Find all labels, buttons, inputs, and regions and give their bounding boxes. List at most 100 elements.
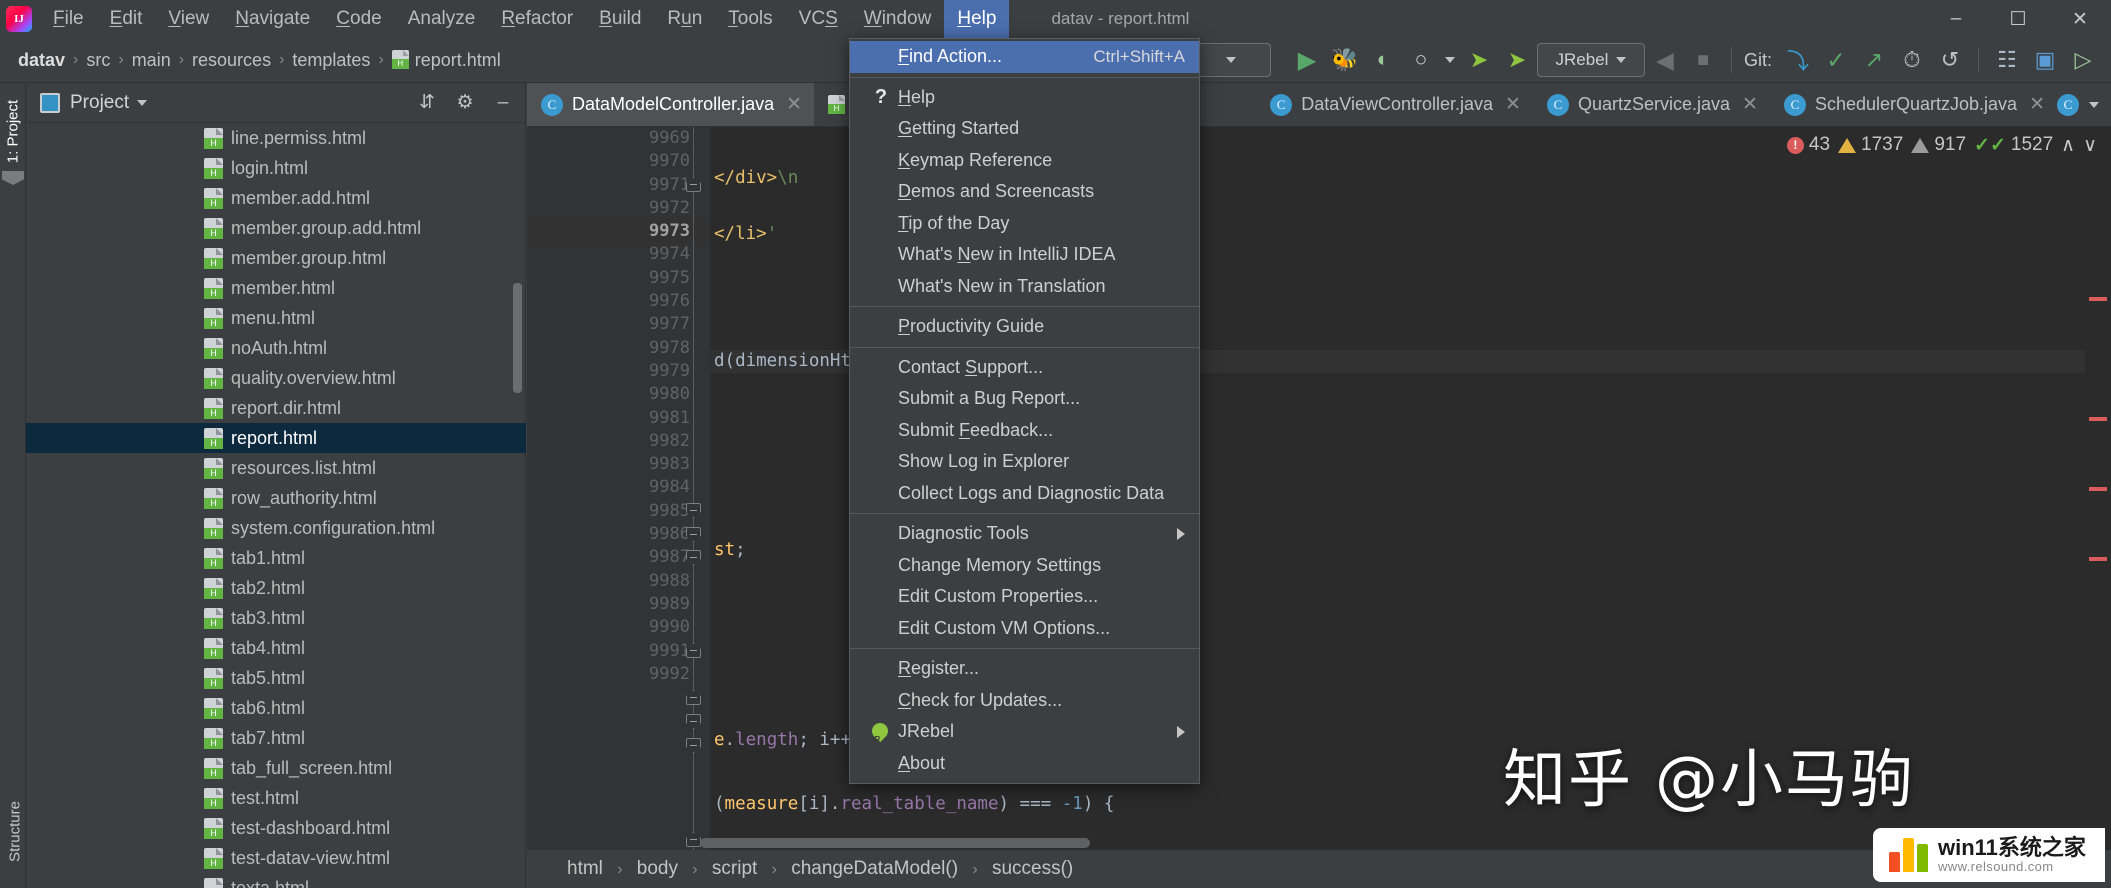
left-tool-strip[interactable]: 1: Project Structure — [0, 83, 26, 888]
list-item[interactable]: noAuth.html — [26, 333, 526, 363]
search-everywhere-button[interactable]: ▣ — [2027, 43, 2063, 77]
breadcrumb-path[interactable]: html › body › script › changeDataModel()… — [567, 858, 1073, 880]
code-folding-column[interactable] — [677, 127, 710, 850]
editor-horizontal-scrollbar[interactable] — [700, 838, 1090, 848]
fold-marker-icon[interactable] — [686, 832, 701, 847]
menu-bar[interactable]: File Edit View Navigate Code Analyze Ref… — [40, 0, 1010, 38]
list-item[interactable]: test.html — [26, 783, 526, 813]
breadcrumb[interactable]: datav › src › main › resources › templat… — [12, 49, 507, 71]
list-item[interactable]: member.html — [26, 273, 526, 303]
maximize-icon[interactable]: ☐ — [1987, 0, 2049, 38]
list-item[interactable]: login.html — [26, 153, 526, 183]
menu-tools[interactable]: Tools — [715, 0, 785, 38]
menu-item-check-for-updates[interactable]: Check for Updates... — [850, 685, 1199, 717]
list-item[interactable]: tab5.html — [26, 663, 526, 693]
run-with-coverage-button[interactable]: ◐ — [1365, 43, 1401, 77]
close-icon[interactable]: ✕ — [1742, 93, 1758, 116]
list-item[interactable]: system.configuration.html — [26, 513, 526, 543]
menu-item-submit-a-bug-report[interactable]: Submit a Bug Report... — [850, 383, 1199, 415]
project-file-tree[interactable]: line.permiss.html login.html member.add.ht… — [26, 123, 526, 888]
menu-item-diagnostic-tools[interactable]: Diagnostic Tools — [850, 518, 1199, 550]
stripe-error-marker[interactable] — [2089, 297, 2107, 301]
list-item[interactable]: member.add.html — [26, 183, 526, 213]
breadcrumb-changedatamodel[interactable]: changeDataModel() — [791, 858, 958, 879]
project-structure-button[interactable]: ☷ — [1989, 43, 2025, 77]
fold-marker-icon[interactable] — [686, 690, 701, 705]
open-in-browser-button[interactable]: ▷ — [2065, 43, 2101, 77]
sidebar-item-structure[interactable]: Structure — [7, 787, 24, 877]
git-commit-button[interactable]: ✓ — [1818, 43, 1854, 77]
menu-help[interactable]: Help — [944, 0, 1010, 38]
menu-item-about[interactable]: About — [850, 748, 1199, 780]
main-toolbar[interactable]: ▶ 🐝 ◐ ○ ➤ ➤ JRebel ◀ ■ Git: ⤵ ✓ ↗ ⏱ ↺ ☷ … — [1178, 43, 2111, 77]
list-item[interactable]: resources.list.html — [26, 453, 526, 483]
chevron-down-icon[interactable] — [137, 99, 148, 106]
list-item[interactable]: report.html — [26, 423, 526, 453]
menu-item-contact-support[interactable]: Contact Support... — [850, 352, 1199, 384]
revert-button[interactable]: ↺ — [1932, 43, 1968, 77]
previous-highlight-icon[interactable]: ∧ — [2061, 134, 2075, 157]
list-item[interactable]: member.group.html — [26, 243, 526, 273]
breadcrumb-body[interactable]: body — [637, 858, 678, 879]
project-tree-scrollbar[interactable] — [513, 283, 522, 393]
weak-warning-count[interactable]: 917 — [1911, 134, 1966, 156]
breadcrumb-success[interactable]: success() — [992, 858, 1073, 879]
list-item[interactable]: tab7.html — [26, 723, 526, 753]
list-item[interactable]: report.dir.html — [26, 393, 526, 423]
attach-button[interactable]: ◀ — [1647, 43, 1683, 77]
typo-count[interactable]: ✓✓ 1527 — [1974, 134, 2053, 157]
fold-marker-icon[interactable] — [686, 177, 701, 192]
breadcrumb-datav[interactable]: datav — [12, 50, 71, 71]
error-count[interactable]: ! 43 — [1786, 134, 1830, 156]
list-item[interactable]: tab_full_screen.html — [26, 753, 526, 783]
error-stripe-marker-bar[interactable] — [2085, 127, 2111, 850]
list-item[interactable]: tab2.html — [26, 573, 526, 603]
profile-button[interactable]: ○ — [1403, 43, 1439, 77]
history-button[interactable]: ⏱ — [1894, 43, 1930, 77]
breadcrumb-resources[interactable]: resources — [186, 50, 277, 71]
breadcrumb-html[interactable]: html — [567, 858, 603, 879]
menu-item-productivity-guide[interactable]: Productivity Guide — [850, 311, 1199, 343]
hide-panel-icon[interactable]: – — [491, 92, 515, 114]
help-menu-popup[interactable]: Find Action... Ctrl+Shift+A? Help Getting S… — [849, 38, 1200, 784]
menu-item-edit-custom-properties[interactable]: Edit Custom Properties... — [850, 581, 1199, 613]
next-highlight-icon[interactable]: ∨ — [2083, 134, 2097, 157]
breadcrumb-report-html[interactable]: report.html — [386, 49, 507, 71]
fold-marker-icon[interactable] — [686, 527, 701, 542]
menu-item-tip-of-the-day[interactable]: Tip of the Day — [850, 208, 1199, 240]
menu-item-register[interactable]: Register... — [850, 653, 1199, 685]
menu-window[interactable]: Window — [851, 0, 945, 38]
list-item[interactable]: texta.html — [26, 873, 526, 888]
list-item[interactable]: tab6.html — [26, 693, 526, 723]
fold-marker-icon[interactable] — [686, 738, 701, 753]
breadcrumb-templates[interactable]: templates — [286, 50, 376, 71]
menu-item-help[interactable]: ? Help — [850, 82, 1199, 114]
list-item[interactable]: test-datav-view.html — [26, 843, 526, 873]
list-item[interactable]: tab3.html — [26, 603, 526, 633]
menu-item-jrebel[interactable]: JRebel — [850, 716, 1199, 748]
editor-tab-bar[interactable]: C DataModelController.java ✕ ✕ C DataVie… — [527, 83, 2111, 127]
settings-gear-icon[interactable]: ⚙ — [453, 91, 477, 114]
tab-datamodelcontroller[interactable]: C DataModelController.java ✕ — [527, 83, 815, 126]
stop-button[interactable]: ■ — [1685, 43, 1721, 77]
close-icon[interactable]: ✕ — [2029, 93, 2045, 116]
window-controls[interactable]: – ☐ ✕ — [1925, 0, 2111, 38]
chevron-down-icon[interactable] — [2089, 101, 2099, 108]
menu-item-edit-custom-vm-options[interactable]: Edit Custom VM Options... — [850, 613, 1199, 645]
jrebel-debug-button[interactable]: ➤ — [1499, 43, 1535, 77]
menu-item-what-s-new-in-translation[interactable]: What's New in Translation — [850, 271, 1199, 303]
fold-marker-icon[interactable] — [686, 503, 701, 518]
menu-item-show-log-in-explorer[interactable]: Show Log in Explorer — [850, 446, 1199, 478]
git-update-button[interactable]: ⤵ — [1780, 43, 1816, 77]
list-item[interactable]: member.group.add.html — [26, 213, 526, 243]
close-icon[interactable]: ✕ — [1505, 93, 1521, 116]
close-icon[interactable]: ✕ — [2049, 0, 2111, 38]
menu-run[interactable]: Run — [654, 0, 715, 38]
menu-item-submit-feedback[interactable]: Submit Feedback... — [850, 415, 1199, 447]
menu-analyze[interactable]: Analyze — [395, 0, 489, 38]
tab-quartzservice[interactable]: C QuartzService.java ✕ — [1533, 83, 1770, 126]
fold-marker-icon[interactable] — [686, 714, 701, 729]
collapse-all-icon[interactable]: ⇵ — [415, 91, 439, 114]
fold-marker-icon[interactable] — [686, 550, 701, 565]
menu-item-demos-and-screencasts[interactable]: Demos and Screencasts — [850, 176, 1199, 208]
